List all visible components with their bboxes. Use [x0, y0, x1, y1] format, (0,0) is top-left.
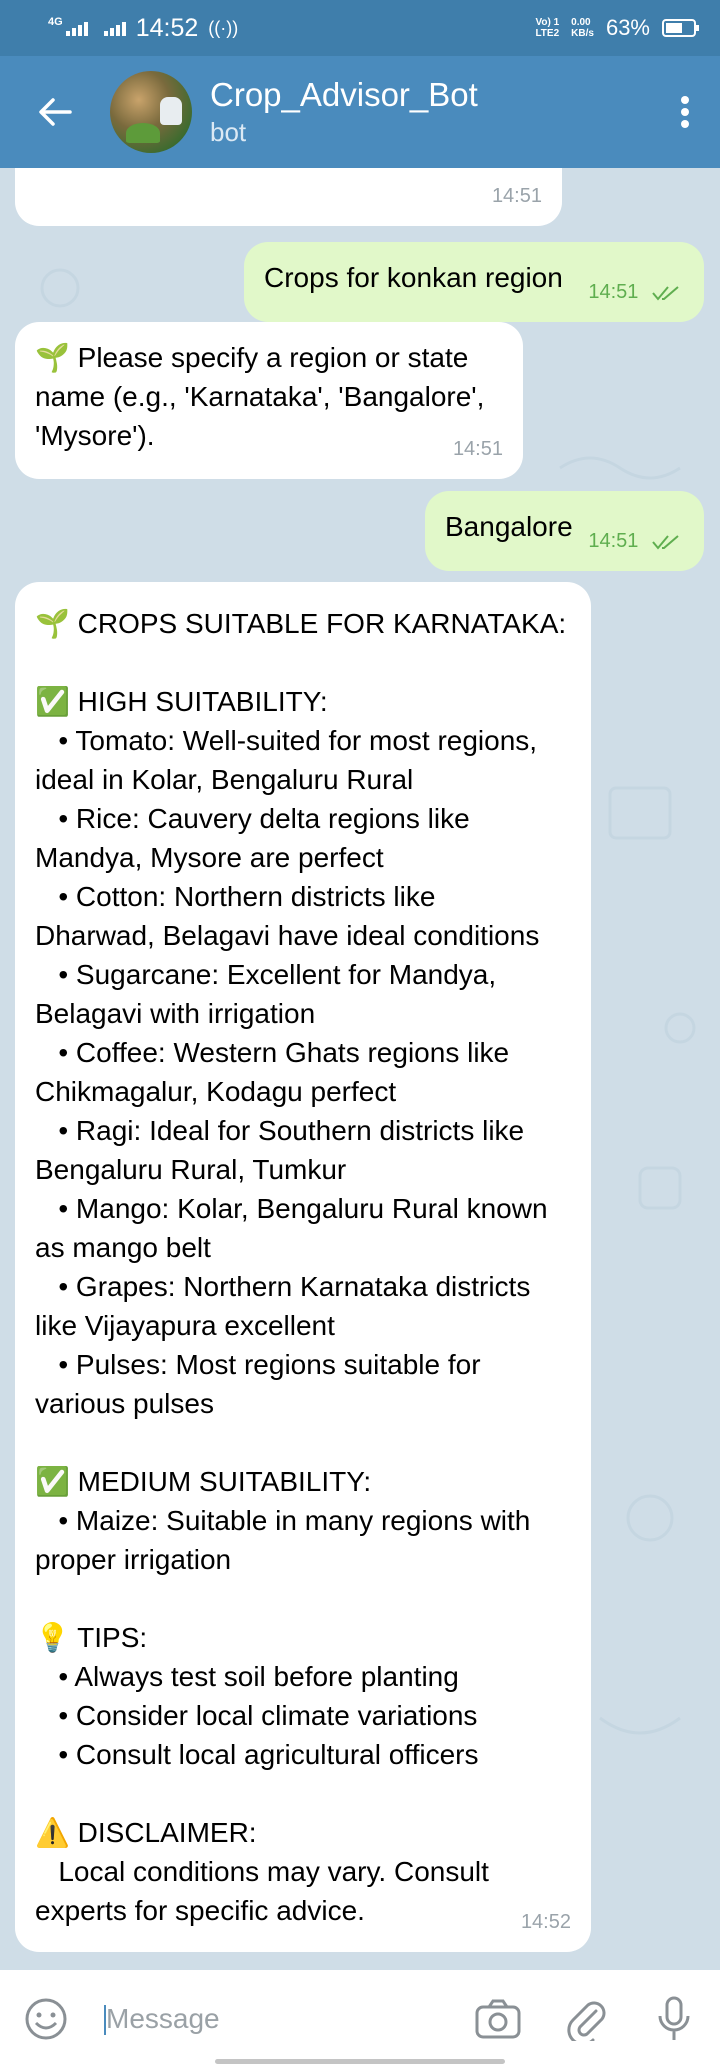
attach-button[interactable]: [556, 1989, 616, 2049]
bot-name: Crop_Advisor_Bot: [210, 76, 478, 113]
hotspot-icon: ((·)): [208, 17, 239, 38]
status-right: Vo) 1 LTE2 0.00 KB/s 63%: [535, 15, 699, 41]
emoji-button[interactable]: [16, 1989, 76, 2049]
battery-fill: [666, 23, 682, 33]
signal-bars-2-icon: [103, 20, 126, 36]
message-time-with-ticks: 14:51: [588, 522, 682, 561]
speed-value: 0.00: [571, 17, 591, 28]
back-button[interactable]: [0, 56, 110, 168]
camera-icon: [475, 1999, 521, 2038]
signal-indicator-1: 4G: [48, 16, 88, 36]
message-input-bar: Message: [0, 1970, 720, 2067]
message-time: 14:52: [520, 1911, 571, 1933]
emoji-icon: [25, 1998, 67, 2039]
network-speed: 0.00 KB/s: [571, 17, 594, 39]
message-bubble-outgoing[interactable]: Bangalore 14:51: [425, 491, 704, 571]
paperclip-icon: [567, 2001, 606, 2041]
double-check-icon: [652, 535, 679, 550]
message-time-with-ticks: 14:51: [588, 273, 682, 312]
message-time: 14:51: [588, 281, 639, 303]
message-bubble-incoming[interactable]: 🌱 CROPS SUITABLE FOR KARNATAKA: ✅ HIGH S…: [15, 582, 591, 1952]
microphone-icon: [658, 1996, 690, 2040]
message-placeholder: Message: [106, 2002, 220, 2034]
message-time: 14:51: [452, 438, 503, 460]
chat-title[interactable]: Crop_Advisor_Bot bot: [210, 75, 650, 149]
chat-area[interactable]: 14:51 Crops for konkan region 14:51 🌱 Pl…: [0, 168, 720, 1970]
double-check-icon: [652, 286, 679, 301]
battery-icon: [662, 19, 699, 37]
avatar-robot: [160, 97, 182, 125]
status-time: 14:52: [135, 13, 199, 42]
message-input[interactable]: Message: [76, 1989, 468, 2049]
status-bar: 4G 14:52 ((·)) Vo) 1 LTE2 0.00 KB/s 63%: [0, 0, 720, 56]
volte-indicator: Vo) 1 LTE2: [535, 17, 559, 39]
bot-avatar[interactable]: [110, 71, 192, 153]
bot-subtitle: bot: [210, 117, 247, 147]
arrow-left-icon: [39, 98, 72, 126]
speed-unit: KB/s: [571, 28, 594, 39]
chat-header: Crop_Advisor_Bot bot: [0, 56, 720, 168]
signal-bars-icon: [65, 20, 88, 36]
message-bubble-incoming[interactable]: 14:51: [15, 168, 562, 226]
message-time: 14:51: [491, 185, 542, 207]
home-indicator[interactable]: [215, 2059, 505, 2064]
volte-line1: Vo) 1: [535, 17, 560, 28]
avatar-plant: [126, 123, 160, 143]
message-text: Bangalore: [445, 511, 573, 542]
menu-button[interactable]: [650, 56, 720, 168]
status-left: 4G 14:52 ((·)): [48, 14, 238, 43]
message-bubble-outgoing[interactable]: Crops for konkan region 14:51: [244, 242, 704, 322]
text-caret: [104, 2004, 106, 2035]
more-vertical-icon: [681, 96, 689, 128]
message-text: Crops for konkan region: [264, 262, 563, 293]
network-type: 4G: [48, 16, 63, 28]
message-bubble-incoming[interactable]: 🌱 Please specify a region or state name …: [15, 322, 523, 479]
volte-line2: LTE2: [535, 28, 560, 39]
voice-button[interactable]: [644, 1989, 704, 2049]
camera-button[interactable]: [468, 1989, 528, 2049]
message-text: 🌱 Please specify a region or state name …: [35, 342, 485, 451]
message-text: 🌱 CROPS SUITABLE FOR KARNATAKA: ✅ HIGH S…: [35, 608, 567, 1926]
battery-percent: 63%: [605, 15, 650, 40]
message-time: 14:51: [588, 530, 639, 552]
